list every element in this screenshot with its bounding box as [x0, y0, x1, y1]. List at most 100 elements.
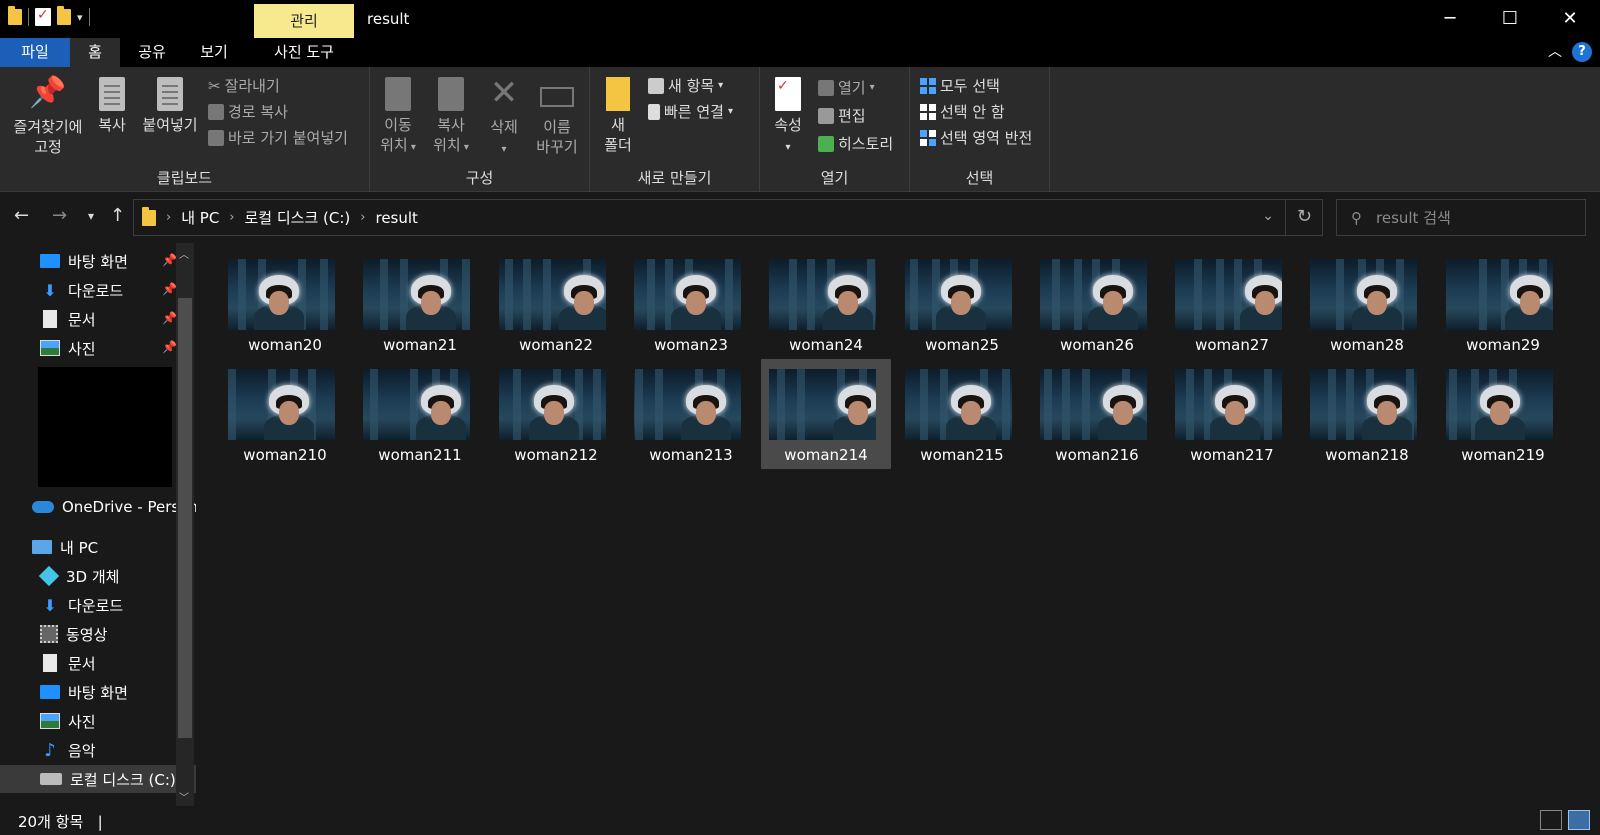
properties-button[interactable]: 속성▾ — [768, 73, 808, 158]
address-bar[interactable]: › 내 PC › 로컬 디스크 (C:) › result ⌄ ↻ — [133, 199, 1323, 236]
up-arrow-icon[interactable]: ↑ — [110, 205, 125, 226]
file-tile[interactable]: woman210 — [220, 359, 350, 469]
pin-icon[interactable]: 📌 — [162, 340, 177, 354]
maximize-button[interactable]: ☐ — [1480, 0, 1540, 38]
easy-access-button[interactable]: 빠른 연결 ▾ — [648, 101, 733, 122]
tab-home[interactable]: 홈 — [70, 38, 120, 67]
close-button[interactable]: ✕ — [1540, 0, 1600, 38]
file-tile[interactable]: woman219 — [1438, 359, 1568, 469]
copy-to-button[interactable]: 복사 위치 ▾ — [428, 73, 474, 158]
scroll-down-icon[interactable]: ﹀ — [179, 789, 189, 804]
sidebar-item-documents[interactable]: 문서 — [40, 305, 96, 333]
file-tile[interactable]: woman211 — [355, 359, 485, 469]
tab-view[interactable]: 보기 — [186, 38, 242, 67]
image-thumbnail — [1310, 369, 1417, 440]
history-button[interactable]: 히스토리 — [818, 133, 893, 154]
sidebar-item-downloads-pc[interactable]: ⬇ 다운로드 — [40, 591, 123, 619]
delete-button[interactable]: ✕ 삭제 ▾ — [484, 73, 524, 160]
select-all-label: 모두 선택 — [940, 77, 1000, 95]
file-tile[interactable]: woman23 — [626, 249, 756, 359]
chevron-right-icon[interactable]: › — [360, 210, 365, 225]
file-tile[interactable]: woman29 — [1438, 249, 1568, 359]
copy-button[interactable]: 복사 — [92, 73, 132, 135]
file-tile[interactable]: woman24 — [761, 249, 891, 359]
large-icons-view-icon[interactable] — [1568, 810, 1590, 830]
sidebar-item-pictures-pc[interactable]: 사진 — [40, 707, 96, 735]
tab-file[interactable]: 파일 — [0, 38, 70, 67]
new-folder-icon[interactable] — [57, 6, 71, 25]
breadcrumb-this-pc[interactable]: 내 PC — [181, 207, 219, 228]
select-none-button[interactable]: 선택 안 함 — [920, 101, 1005, 122]
navigation-pane[interactable]: 바탕 화면 📌 ⬇ 다운로드 📌 문서 📌 사진 📌 OneDrive - Pe… — [0, 243, 196, 806]
file-tile[interactable]: woman214 — [761, 359, 891, 469]
scissors-icon: ✂ — [208, 76, 221, 95]
tab-manage[interactable]: 관리 — [254, 4, 354, 38]
file-tile[interactable]: woman217 — [1167, 359, 1297, 469]
sidebar-item-this-pc[interactable]: 내 PC — [32, 533, 98, 561]
pin-icon[interactable]: 📌 — [162, 282, 177, 296]
sidebar-item-pictures[interactable]: 사진 — [40, 334, 96, 362]
sidebar-item-desktop-pc[interactable]: 바탕 화면 — [40, 678, 128, 706]
minimize-button[interactable]: ─ — [1420, 0, 1480, 38]
refresh-icon[interactable]: ↻ — [1297, 206, 1312, 227]
sidebar-item-documents-pc[interactable]: 문서 — [40, 649, 96, 677]
file-tile[interactable]: woman28 — [1302, 249, 1432, 359]
select-all-button[interactable]: 모두 선택 — [920, 75, 1000, 96]
tab-picture-tools[interactable]: 사진 도구 — [254, 38, 354, 67]
sidebar-item-label: 바탕 화면 — [68, 252, 128, 271]
file-tile[interactable]: woman21 — [355, 249, 485, 359]
breadcrumb-result[interactable]: result — [375, 209, 417, 227]
cut-button[interactable]: ✂ 잘라내기 — [208, 75, 280, 96]
collapse-ribbon-icon[interactable]: ︿ — [1548, 41, 1562, 61]
copy-path-button[interactable]: 경로 복사 — [208, 101, 288, 122]
rename-button[interactable]: 이름 바꾸기 — [530, 73, 584, 157]
search-box[interactable]: ⚲ result 검색 — [1336, 199, 1586, 236]
pin-icon[interactable]: 📌 — [162, 311, 177, 325]
sidebar-scrollbar[interactable]: ︿ ﹀ — [176, 243, 194, 806]
file-tile[interactable]: woman218 — [1302, 359, 1432, 469]
new-item-button[interactable]: 새 항목 ▾ — [648, 75, 723, 96]
chevron-right-icon[interactable]: › — [229, 210, 234, 225]
new-folder-button[interactable]: 새 폴더 — [598, 73, 638, 155]
customize-toolbar-icon[interactable]: ▾ — [77, 11, 83, 24]
file-view[interactable]: woman20 woman21 woman22 woman23 woman24 woman… — [196, 243, 1600, 806]
paste-button[interactable]: 붙여넣기 — [138, 73, 202, 135]
scroll-up-icon[interactable]: ︿ — [179, 246, 189, 261]
help-icon[interactable]: ? — [1572, 42, 1592, 62]
move-to-button[interactable]: 이동 위치 ▾ — [378, 73, 418, 158]
file-tile[interactable]: woman216 — [1032, 359, 1162, 469]
recent-locations-icon[interactable]: ▾ — [88, 209, 94, 223]
sidebar-item-downloads[interactable]: ⬇ 다운로드 — [40, 276, 123, 304]
sidebar-item-local-disk[interactable]: 로컬 디스크 (C:) — [0, 765, 196, 793]
open-button[interactable]: 열기 ▾ — [818, 77, 875, 98]
pin-icon[interactable]: 📌 — [162, 253, 177, 267]
file-tile[interactable]: woman22 — [491, 249, 621, 359]
sidebar-item-3d-objects[interactable]: 3D 개체 — [38, 562, 119, 590]
edit-button[interactable]: 편집 — [818, 105, 866, 126]
paste-shortcut-button[interactable]: 바로 가기 붙여넣기 — [208, 127, 348, 148]
file-tile[interactable]: woman212 — [491, 359, 621, 469]
details-view-icon[interactable] — [1540, 810, 1562, 830]
sidebar-item-desktop[interactable]: 바탕 화면 — [40, 247, 128, 275]
tab-share[interactable]: 공유 — [124, 38, 180, 67]
chevron-right-icon[interactable]: › — [166, 210, 171, 225]
sidebar-item-onedrive[interactable]: OneDrive - Person — [32, 493, 196, 521]
address-dropdown-icon[interactable]: ⌄ — [1262, 208, 1274, 224]
invert-selection-button[interactable]: 선택 영역 반전 — [920, 127, 1032, 148]
search-input[interactable]: result 검색 — [1376, 207, 1451, 228]
pin-to-quick-access-button[interactable]: 📌 즐겨찾기에 고정 — [8, 73, 88, 157]
file-tile[interactable]: woman25 — [897, 249, 1027, 359]
scroll-thumb[interactable] — [178, 298, 192, 738]
file-tile[interactable]: woman26 — [1032, 249, 1162, 359]
file-tile[interactable]: woman20 — [220, 249, 350, 359]
sidebar-item-videos[interactable]: 동영상 — [40, 620, 107, 648]
back-arrow-icon[interactable]: ← — [14, 205, 29, 226]
sidebar-item-music[interactable]: ♪ 음악 — [40, 736, 95, 764]
file-tile[interactable]: woman27 — [1167, 249, 1297, 359]
image-thumbnail — [905, 259, 1012, 330]
file-tile[interactable]: woman213 — [626, 359, 756, 469]
properties-icon[interactable] — [35, 7, 51, 26]
forward-arrow-icon[interactable]: → — [52, 205, 67, 226]
file-tile[interactable]: woman215 — [897, 359, 1027, 469]
breadcrumb-local-disk[interactable]: 로컬 디스크 (C:) — [245, 207, 351, 228]
